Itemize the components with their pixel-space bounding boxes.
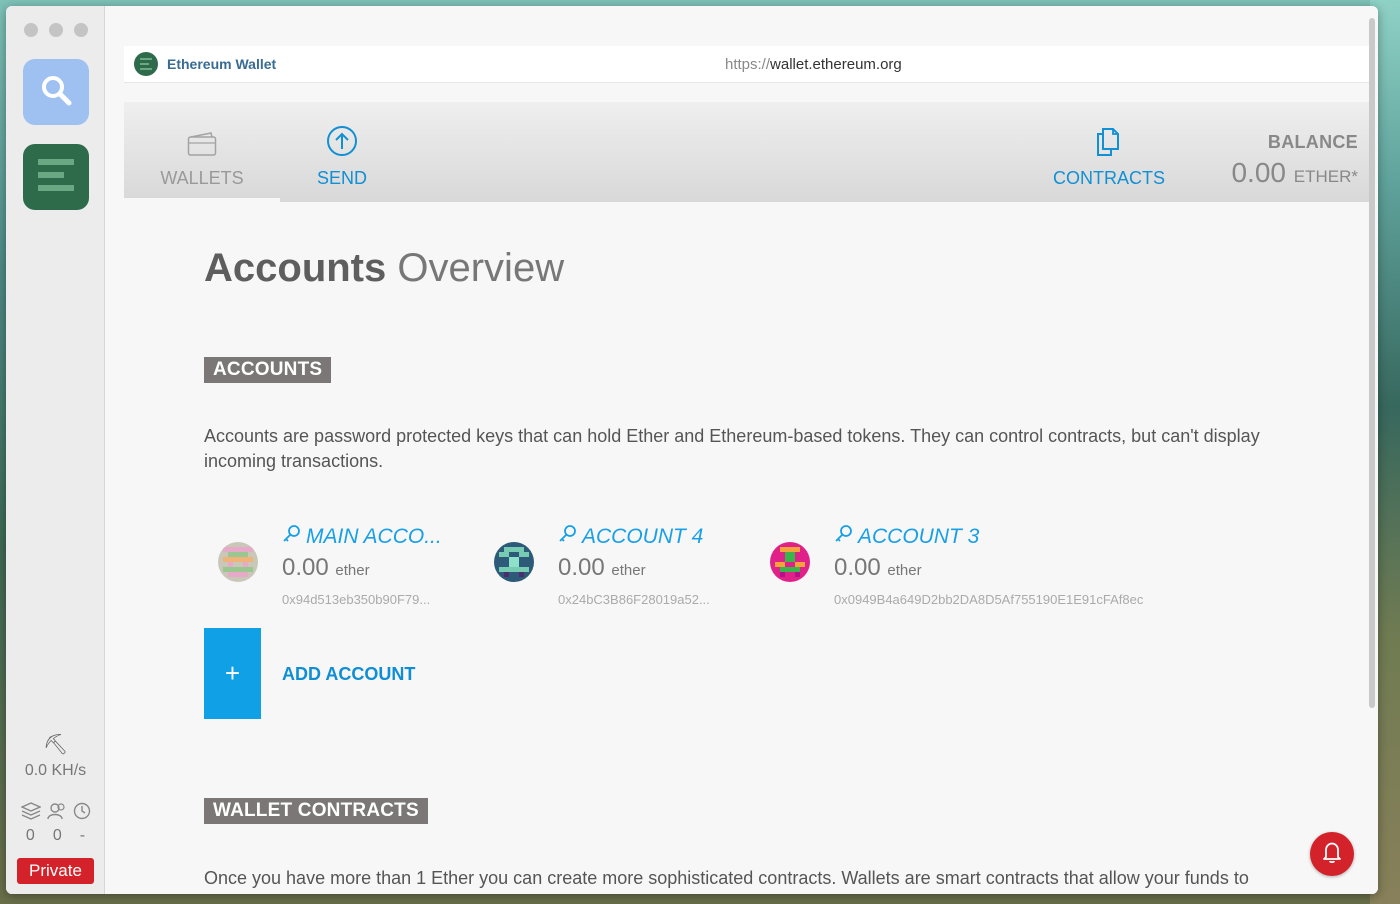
ethereum-wallet-logo-icon — [134, 52, 158, 76]
network-stats-icons — [6, 802, 105, 825]
balance-unit: ETHER* — [1293, 167, 1358, 186]
account-identicon — [494, 542, 534, 582]
account-address: 0x94d513eb350b90F79... — [282, 592, 431, 607]
documents-icon — [1093, 125, 1125, 162]
account-name: ACCOUNT 3 — [858, 525, 980, 548]
url-domain: wallet.ethereum.org — [770, 55, 902, 73]
account-name-row[interactable]: ACCOUNT 4 — [558, 524, 703, 550]
tab-wallets[interactable]: WALLETS — [124, 128, 280, 202]
account-address: 0x24bC3B86F28019a52... — [558, 592, 710, 607]
total-balance: BALANCE 0.00 ETHER* — [1231, 132, 1358, 189]
account-name: ACCOUNT 4 — [582, 525, 704, 548]
account-balance-row: 0.00 ether — [282, 554, 370, 582]
tab-send[interactable]: SEND — [304, 125, 380, 189]
window-controls — [24, 23, 88, 37]
bell-icon — [1319, 839, 1345, 870]
account-balance-unit: ether — [611, 562, 646, 579]
scrollbar[interactable] — [1369, 18, 1375, 708]
site-title: Ethereum Wallet — [167, 56, 277, 72]
peers-icon — [46, 802, 67, 825]
add-account-label[interactable]: ADD ACCOUNT — [282, 664, 415, 685]
tab-wallets-label: WALLETS — [160, 168, 244, 188]
account-name: MAIN ACCO... — [306, 525, 442, 548]
account-card[interactable]: ACCOUNT 4 0.00 ether 0x24bC3B86F28019a52… — [480, 520, 750, 620]
upload-arrow-icon — [326, 125, 358, 162]
top-navbar: WALLETS SEND CONTRACTS BALANCE 0.00 ETHE… — [124, 102, 1372, 202]
last-block-time: - — [79, 827, 86, 844]
network-stats-values: 0 0 - — [6, 827, 105, 845]
account-card[interactable]: MAIN ACCO... 0.00 ether 0x94d513eb350b90… — [204, 520, 474, 620]
url-bar[interactable]: Ethereum Wallet https://wallet.ethereum.… — [124, 46, 1372, 83]
notification-button[interactable] — [1310, 832, 1354, 876]
wallet-icon — [187, 131, 217, 162]
close-window-button[interactable] — [24, 23, 38, 37]
zoom-window-button[interactable] — [74, 23, 88, 37]
peer-count: 0 — [52, 827, 62, 844]
pickaxe-icon[interactable]: ⛏ — [6, 732, 105, 757]
sidebar: ⛏ 0.0 KH/s 0 0 - Private — [6, 6, 105, 894]
account-address: 0x0949B4a649D2bb2DA8D5Af755190E1E91cFAf8… — [834, 592, 1144, 607]
tab-contracts-label: CONTRACTS — [1053, 168, 1165, 188]
tab-send-label: SEND — [316, 168, 367, 188]
wallet-contracts-description: Once you have more than 1 Ether you can … — [204, 868, 1249, 894]
browser-app-button[interactable] — [23, 59, 89, 125]
url-text: https://wallet.ethereum.org — [725, 56, 902, 73]
balance-value: 0.00 — [1231, 157, 1286, 188]
wallet-app-button[interactable] — [23, 144, 89, 210]
accounts-section-badge: ACCOUNTS — [204, 357, 332, 383]
page-title-bold: Accounts — [204, 246, 387, 290]
main-area: Ethereum Wallet https://wallet.ethereum.… — [106, 6, 1378, 894]
account-card[interactable]: ACCOUNT 3 0.00 ether 0x0949B4a649D2bb2DA… — [756, 520, 1156, 620]
account-balance-unit: ether — [887, 562, 922, 579]
accounts-description: Accounts are password protected keys tha… — [204, 426, 1260, 471]
clock-icon — [73, 802, 91, 825]
account-balance-unit: ether — [335, 562, 370, 579]
balance-label: BALANCE — [1267, 132, 1358, 152]
account-identicon — [218, 542, 258, 582]
account-balance: 0.00 — [558, 554, 605, 581]
layers-icon — [19, 802, 42, 825]
plus-icon: + — [224, 658, 241, 688]
account-balance: 0.00 — [834, 554, 881, 581]
hashrate-label: 0.0 KH/s — [24, 762, 87, 779]
key-icon — [834, 524, 854, 550]
account-identicon — [770, 542, 810, 582]
network-badge[interactable]: Private — [17, 858, 94, 884]
key-icon — [282, 524, 302, 550]
account-name-row[interactable]: ACCOUNT 3 — [834, 524, 979, 550]
minimize-window-button[interactable] — [49, 23, 63, 37]
url-protocol: https:// — [725, 55, 771, 73]
search-icon — [39, 73, 73, 112]
page-title-light: Overview — [397, 246, 565, 290]
add-account-button[interactable]: + — [204, 628, 261, 719]
account-balance: 0.00 — [282, 554, 329, 581]
account-balance-row: 0.00 ether — [834, 554, 922, 582]
app-window: ⛏ 0.0 KH/s 0 0 - Private Ethereum Wallet — [6, 6, 1378, 894]
wallet-contracts-section-badge: WALLET CONTRACTS — [204, 798, 428, 824]
page-title: Accounts Overview — [204, 246, 564, 291]
balance-value-row: 0.00 ETHER* — [1231, 157, 1358, 189]
tab-contracts[interactable]: CONTRACTS — [1049, 128, 1169, 189]
account-name-row[interactable]: MAIN ACCO... — [282, 524, 442, 550]
account-balance-row: 0.00 ether — [558, 554, 646, 582]
block-count: 0 — [25, 827, 35, 844]
wallet-logo-icon — [36, 155, 76, 200]
key-icon — [558, 524, 578, 550]
